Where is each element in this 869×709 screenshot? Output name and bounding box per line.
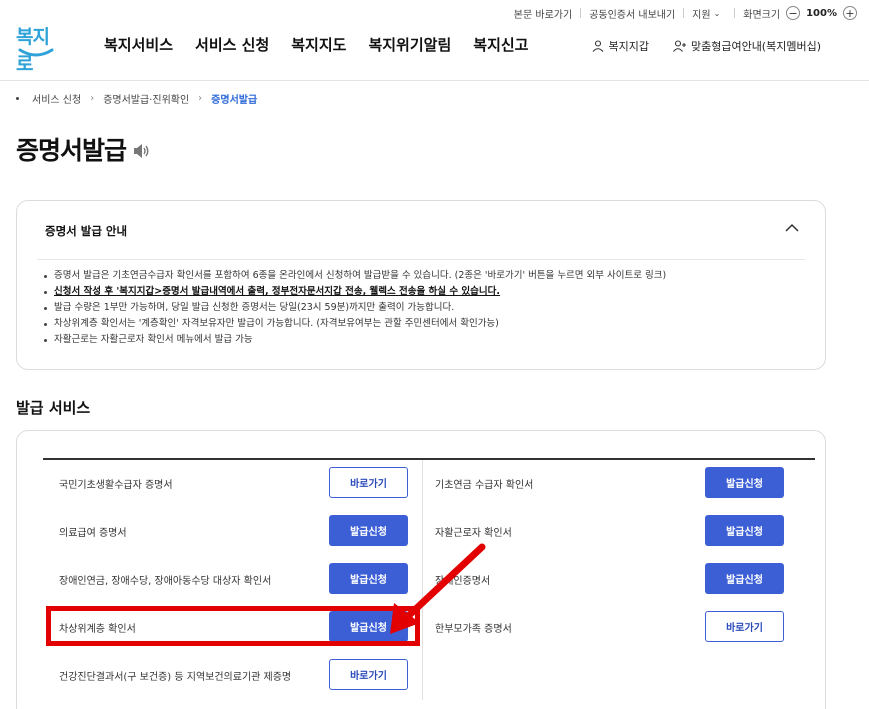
nav-item-service-apply[interactable]: 서비스 신청 [195, 34, 269, 55]
zoom-in-button[interactable]: + [843, 6, 857, 20]
shortcut-button[interactable]: 바로가기 [329, 659, 408, 690]
service-label: 건강진단결과서(구 보건증) 등 지역보건의료기관 제증명 [59, 671, 292, 683]
welfare-wallet-label: 복지지갑 [608, 40, 649, 53]
issuance-guide-panel: 증명서 발급 안내 증명서 발급은 기초연금수급자 확인서를 포함하여 6종을 … [16, 200, 826, 370]
header-user-menu: 복지지갑 맞춤형급여안내(복지멤버십) [568, 38, 821, 54]
highlight-box [46, 606, 420, 646]
service-row: 건강진단결과서(구 보건증) 등 지역보건의료기관 제증명 바로가기 [59, 651, 424, 699]
breadcrumb-current: 증명서발급 [211, 95, 258, 106]
welfare-wallet-link[interactable]: 복지지갑 [592, 38, 649, 54]
apply-button[interactable]: 발급신청 [329, 563, 408, 594]
apply-button[interactable]: 발급신청 [329, 515, 408, 546]
membership-link[interactable]: 맞춤형급여안내(복지멤버십) [673, 38, 821, 54]
service-label: 자활근로자 확인서 [435, 527, 512, 539]
home-icon[interactable] [16, 97, 19, 100]
breadcrumb-item[interactable]: 서비스 신청 [32, 91, 81, 106]
guide-list: 증명서 발급은 기초연금수급자 확인서를 포함하여 6종을 온라인에서 신청하여… [43, 268, 666, 348]
speaker-icon[interactable] [132, 143, 150, 159]
service-label: 국민기초생활수급자 증명서 [59, 479, 173, 491]
user-plus-icon [673, 40, 686, 52]
zoom-out-button[interactable]: − [786, 6, 801, 20]
membership-label: 맞춤형급여안내(복지멤버십) [690, 40, 821, 53]
chevron-up-icon[interactable] [785, 223, 799, 233]
service-row: 기초연금 수급자 확인서 발급신청 [435, 459, 815, 507]
nav-item-crisis-alert[interactable]: 복지위기알림 [368, 34, 451, 55]
utility-bar: 본문 바로가기 공동인증서 내보내기 지원 ⌄ 화면크기 − 100% + [514, 4, 857, 22]
support-link[interactable]: 지원 [692, 6, 710, 21]
service-label: 기초연금 수급자 확인서 [435, 479, 534, 491]
guide-title: 증명서 발급 안내 [45, 224, 128, 238]
service-label: 장애인연금, 장애수당, 장애아동수당 대상자 확인서 [59, 575, 272, 587]
breadcrumb: 서비스 신청 › 증명서발급·진위확인 › 증명서발급 [16, 91, 257, 106]
list-item: 발급 수량은 1부만 가능하며, 당일 발급 신청한 증명서는 당일(23시 5… [43, 300, 666, 316]
zoom-value: 100% [806, 7, 837, 19]
service-row: 장애인연금, 장애수당, 장애아동수당 대상자 확인서 발급신청 [59, 555, 424, 603]
list-item: 신청서 작성 후 '복지지갑>증명서 발급내역에서 출력, 정부전자문서지갑 전… [43, 284, 666, 300]
service-row: 장애인증명서 발급신청 [435, 555, 815, 603]
page-title: 증명서발급 [16, 136, 127, 165]
zoom-label: 화면크기 [743, 9, 781, 21]
service-row: 국민기초생활수급자 증명서 바로가기 [59, 459, 424, 507]
breadcrumb-item[interactable]: 증명서발급·진위확인 [103, 91, 189, 106]
header-divider [0, 80, 869, 81]
service-row: 의료급여 증명서 발급신청 [59, 507, 424, 555]
divider [37, 259, 805, 260]
site-logo[interactable]: 복지로 [16, 22, 58, 75]
service-label: 장애인증명서 [435, 575, 491, 587]
list-item: 증명서 발급은 기초연금수급자 확인서를 포함하여 6종을 온라인에서 신청하여… [43, 268, 666, 284]
divider [580, 8, 582, 18]
apply-button[interactable]: 발급신청 [705, 515, 784, 546]
nav-item-welfare-report[interactable]: 복지신고 [473, 34, 528, 55]
list-item: 차상위계층 확인서는 '계층확인' 자격보유자만 발급이 가능합니다. (자격보… [43, 316, 666, 332]
chevron-right-icon: › [90, 93, 95, 104]
apply-button[interactable]: 발급신청 [705, 467, 784, 498]
service-label: 한부모가족 증명서 [435, 623, 512, 635]
list-item: 자활근로는 자활근로자 확인서 메뉴에서 발급 가능 [43, 332, 666, 348]
nav-item-welfare-service[interactable]: 복지서비스 [104, 34, 173, 55]
chevron-down-icon: ⌄ [713, 8, 721, 18]
apply-button[interactable]: 발급신청 [705, 563, 784, 594]
page-header: 증명서발급 [16, 131, 150, 167]
section-title: 발급 서비스 [16, 399, 91, 417]
chevron-right-icon: › [198, 93, 203, 104]
user-icon [593, 40, 604, 52]
divider [734, 8, 736, 18]
logo-smile-icon [18, 48, 54, 57]
main-nav: 복지서비스 서비스 신청 복지지도 복지위기알림 복지신고 [104, 34, 550, 55]
skip-to-content-link[interactable]: 본문 바로가기 [514, 6, 572, 21]
service-row: 한부모가족 증명서 바로가기 [435, 603, 815, 651]
services-panel: 국민기초생활수급자 증명서 바로가기 의료급여 증명서 발급신청 장애인연금, … [16, 430, 826, 709]
shortcut-button[interactable]: 바로가기 [329, 467, 408, 498]
divider [683, 8, 685, 18]
shortcut-button[interactable]: 바로가기 [705, 611, 784, 642]
service-label: 의료급여 증명서 [59, 527, 127, 539]
service-row: 자활근로자 확인서 발급신청 [435, 507, 815, 555]
nav-item-welfare-map[interactable]: 복지지도 [291, 34, 346, 55]
export-certificate-link[interactable]: 공동인증서 내보내기 [589, 6, 675, 21]
